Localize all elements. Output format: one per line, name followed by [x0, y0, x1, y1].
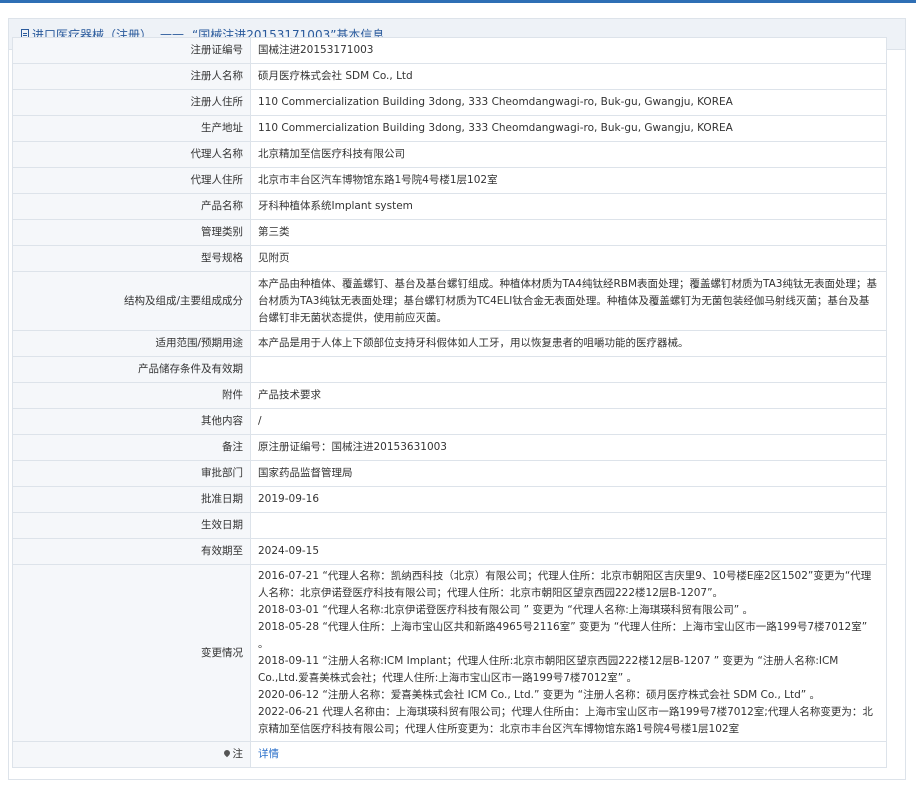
row-label: 管理类别 — [12, 219, 251, 246]
table-row: 结构及组成/主要组成成分 本产品由种植体、覆盖螺钉、基台及基台螺钉组成。种植体材… — [12, 271, 887, 331]
note-label-cell: 注 — [12, 741, 251, 768]
table-row: 代理人名称 北京精加至信医疗科技有限公司 — [12, 141, 887, 168]
table-row: 产品名称 牙科种植体系统Implant system — [12, 193, 887, 220]
row-label: 变更情况 — [12, 564, 251, 742]
row-label: 其他内容 — [12, 408, 251, 435]
table-row: 有效期至 2024-09-15 — [12, 538, 887, 565]
table-row: 附件 产品技术要求 — [12, 382, 887, 409]
row-label: 产品名称 — [12, 193, 251, 220]
table-row: 适用范围/预期用途 本产品是用于人体上下颌部位支持牙科假体如人工牙，用以恢复患者… — [12, 330, 887, 357]
row-value: 硕月医疗株式会社 SDM Co., Ltd — [250, 63, 887, 90]
row-value: 牙科种植体系统Implant system — [250, 193, 887, 220]
table-row: 注册人住所 110 Commercialization Building 3do… — [12, 89, 887, 116]
row-label: 生产地址 — [12, 115, 251, 142]
info-table: 注册证编号 国械注进20153171003 注册人名称 硕月医疗株式会社 SDM… — [12, 37, 887, 768]
row-value: 国械注进20153171003 — [250, 37, 887, 64]
row-label: 审批部门 — [12, 460, 251, 487]
change-entry: 2018-05-28 “代理人住所：上海市宝山区共和新路4965号2116室” … — [258, 621, 868, 650]
table-row: 型号规格 见附页 — [12, 245, 887, 272]
row-label: 代理人名称 — [12, 141, 251, 168]
row-value: 产品技术要求 — [250, 382, 887, 409]
row-value: 原注册证编号：国械注进20153631003 — [250, 434, 887, 461]
table-row: 管理类别 第三类 — [12, 219, 887, 246]
row-value: 2019-09-16 — [250, 486, 887, 513]
table-row: 备注 原注册证编号：国械注进20153631003 — [12, 434, 887, 461]
row-value: / — [250, 408, 887, 435]
row-label: 生效日期 — [12, 512, 251, 539]
change-entry: 2016-07-21 “代理人名称：凯纳西科技（北京）有限公司；代理人住所：北京… — [258, 570, 872, 599]
row-value: 2024-09-15 — [250, 538, 887, 565]
table-row: 生产地址 110 Commercialization Building 3don… — [12, 115, 887, 142]
note-value-cell: 详情 — [250, 741, 887, 768]
note-label: 注 — [232, 748, 244, 760]
row-label: 产品储存条件及有效期 — [12, 356, 251, 383]
table-row: 批准日期 2019-09-16 — [12, 486, 887, 513]
change-entry: 2018-09-11 “注册人名称:ICM Implant；代理人住所:北京市朝… — [258, 655, 839, 684]
row-value: 第三类 — [250, 219, 887, 246]
row-value: 本产品由种植体、覆盖螺钉、基台及基台螺钉组成。种植体材质为TA4纯钛经RBM表面… — [250, 271, 887, 331]
table-row: 产品储存条件及有效期 — [12, 356, 887, 383]
row-value — [250, 512, 887, 539]
table-row: 生效日期 — [12, 512, 887, 539]
row-value: 北京市丰台区汽车博物馆东路1号院4号楼1层102室 — [250, 167, 887, 194]
table-row-changes: 变更情况 2016-07-21 “代理人名称：凯纳西科技（北京）有限公司；代理人… — [12, 564, 887, 742]
row-value: 110 Commercialization Building 3dong, 33… — [250, 115, 887, 142]
row-label: 型号规格 — [12, 245, 251, 272]
row-label: 附件 — [12, 382, 251, 409]
details-link[interactable]: 详情 — [258, 748, 279, 760]
row-value: 北京精加至信医疗科技有限公司 — [250, 141, 887, 168]
change-log: 2016-07-21 “代理人名称：凯纳西科技（北京）有限公司；代理人住所：北京… — [250, 564, 887, 742]
table-row: 其他内容 / — [12, 408, 887, 435]
row-value: 本产品是用于人体上下颌部位支持牙科假体如人工牙，用以恢复患者的咀嚼功能的医疗器械… — [250, 330, 887, 357]
table-row: 注册人名称 硕月医疗株式会社 SDM Co., Ltd — [12, 63, 887, 90]
row-label: 注册人住所 — [12, 89, 251, 116]
change-entry: 2020-06-12 “注册人名称：爱喜美株式会社 ICM Co., Ltd.”… — [258, 689, 821, 701]
row-value: 国家药品监督管理局 — [250, 460, 887, 487]
row-label: 注册人名称 — [12, 63, 251, 90]
top-accent-line — [0, 0, 916, 3]
pin-icon — [222, 748, 231, 758]
row-label: 代理人住所 — [12, 167, 251, 194]
table-row: 审批部门 国家药品监督管理局 — [12, 460, 887, 487]
row-label: 有效期至 — [12, 538, 251, 565]
row-value: 见附页 — [250, 245, 887, 272]
table-row-note: 注 详情 — [12, 741, 887, 768]
row-value — [250, 356, 887, 383]
row-label: 结构及组成/主要组成成分 — [12, 271, 251, 331]
row-label: 注册证编号 — [12, 37, 251, 64]
row-value: 110 Commercialization Building 3dong, 33… — [250, 89, 887, 116]
table-row: 注册证编号 国械注进20153171003 — [12, 37, 887, 64]
table-row: 代理人住所 北京市丰台区汽车博物馆东路1号院4号楼1层102室 — [12, 167, 887, 194]
row-label: 备注 — [12, 434, 251, 461]
row-label: 适用范围/预期用途 — [12, 330, 251, 357]
change-entry: 2018-03-01 “代理人名称:北京伊诺登医疗科技有限公司 ” 变更为 “代… — [258, 604, 754, 616]
row-label: 批准日期 — [12, 486, 251, 513]
change-entry: 2022-06-21 代理人名称由：上海琪瑛科贸有限公司；代理人住所由：上海市宝… — [258, 706, 873, 735]
